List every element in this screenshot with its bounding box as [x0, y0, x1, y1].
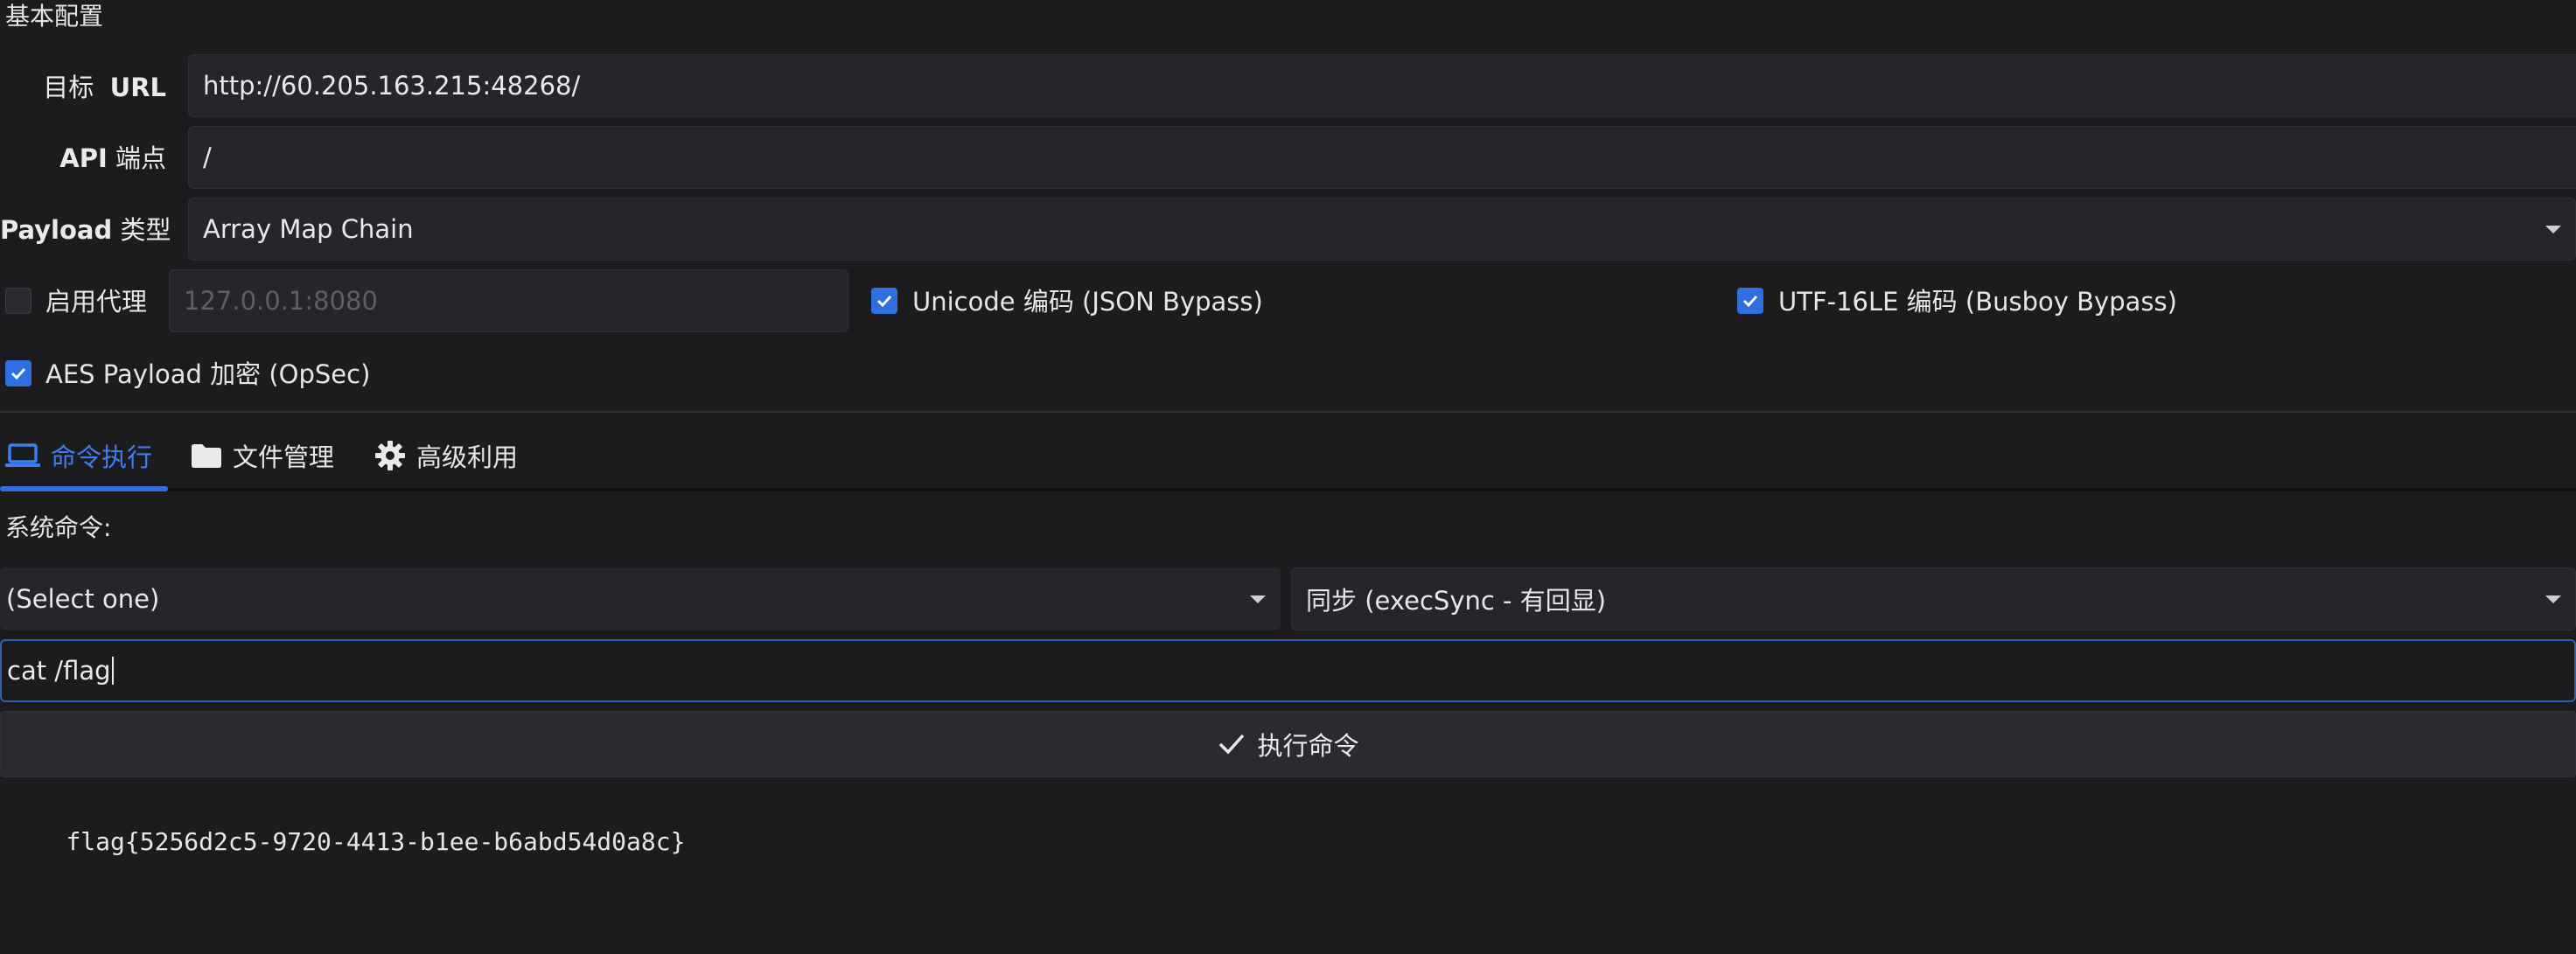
command-output: flag{5256d2c5-9720-4413-b1ee-b6abd54d0a8… — [0, 791, 2576, 954]
target-url-label-prefix: 目标 — [43, 73, 94, 102]
section-divider — [0, 411, 2576, 413]
unicode-encoding-label: Unicode 编码 (JSON Bypass) — [912, 287, 1263, 317]
api-endpoint-label: API 端点 — [0, 141, 166, 176]
proxy-label: 启用代理 — [45, 287, 148, 317]
tab-advanced-label: 高级利用 — [416, 442, 519, 472]
proxy-address-input[interactable]: 127.0.0.1:8080 — [169, 269, 848, 332]
utf16-encoding-checkbox[interactable] — [1737, 288, 1763, 314]
utf16-encoding-label: UTF-16LE 编码 (Busboy Bypass) — [1778, 287, 2177, 317]
tab-command-exec-label: 命令执行 — [51, 442, 153, 472]
payload-type-select[interactable]: Array Map Chain — [188, 198, 2576, 261]
system-command-label: 系统命令: — [5, 513, 112, 542]
tab-command-exec[interactable]: 命令执行 — [5, 434, 152, 477]
laptop-icon — [5, 443, 40, 467]
api-endpoint-value: / — [203, 143, 212, 172]
aes-encryption-checkbox[interactable] — [5, 360, 31, 386]
chevron-down-icon — [2545, 595, 2561, 603]
payload-type-label-bold: Payload — [0, 215, 113, 245]
tab-file-manager[interactable]: 文件管理 — [191, 434, 334, 477]
exec-mode-value: 同步 (execSync - 有回显) — [1306, 586, 1607, 616]
unicode-encoding-checkbox[interactable] — [871, 288, 897, 314]
command-preset-select[interactable]: (Select one) — [0, 568, 1281, 630]
text-cursor — [111, 657, 114, 685]
chevron-down-icon — [1250, 595, 1266, 603]
check-icon — [10, 367, 26, 380]
target-url-value: http://60.205.163.215:48268/ — [203, 71, 581, 101]
target-url-label-bold: URL — [109, 73, 166, 102]
api-endpoint-label-bold: API — [59, 143, 108, 173]
tab-bar-base — [0, 488, 2576, 491]
check-icon — [876, 295, 892, 308]
active-tab-indicator — [0, 486, 168, 491]
tab-file-manager-label: 文件管理 — [233, 442, 335, 472]
check-icon — [1219, 734, 1245, 755]
target-url-input[interactable]: http://60.205.163.215:48268/ — [188, 54, 2576, 117]
proxy-placeholder: 127.0.0.1:8080 — [184, 286, 378, 316]
tab-advanced[interactable]: 高级利用 — [374, 434, 518, 477]
command-preset-value: (Select one) — [6, 584, 160, 614]
execute-command-label: 执行命令 — [1257, 731, 1359, 761]
aes-encryption-label: AES Payload 加密 (OpSec) — [45, 359, 371, 389]
target-url-label: 目标 URL — [0, 70, 166, 105]
chevron-down-icon — [2545, 226, 2561, 233]
app-window: 基本配置 目标 URL http://60.205.163.215:48268/… — [0, 0, 2576, 954]
exec-mode-select[interactable]: 同步 (execSync - 有回显) — [1291, 568, 2576, 630]
payload-type-label-suffix: 类型 — [120, 215, 171, 245]
proxy-checkbox[interactable] — [5, 288, 31, 314]
check-icon — [1742, 295, 1758, 308]
section-title: 基本配置 — [5, 2, 104, 31]
command-input[interactable]: cat /flag — [0, 639, 2576, 702]
command-input-value: cat /flag — [7, 656, 111, 686]
api-endpoint-label-suffix: 端点 — [115, 143, 166, 173]
command-output-text: flag{5256d2c5-9720-4413-b1ee-b6abd54d0a8… — [66, 827, 686, 856]
payload-type-value: Array Map Chain — [203, 214, 414, 244]
api-endpoint-input[interactable]: / — [188, 126, 2576, 189]
payload-type-label: Payload 类型 — [0, 212, 171, 247]
gear-icon — [375, 441, 405, 470]
folder-icon — [192, 444, 221, 468]
execute-command-button[interactable]: 执行命令 — [0, 711, 2576, 777]
